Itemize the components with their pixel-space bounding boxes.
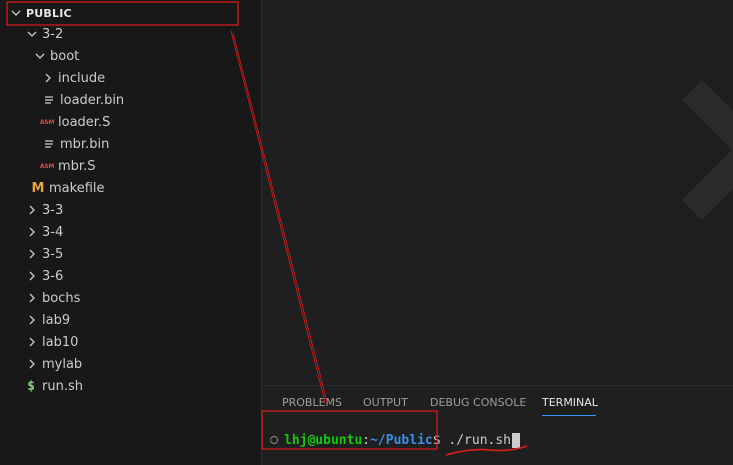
explorer-sidebar: PUBLIC 3-2 boot include loader.bin ASM l… bbox=[0, 0, 262, 465]
terminal-prompt-symbol: $ bbox=[432, 432, 449, 448]
explorer-section-public[interactable]: PUBLIC bbox=[0, 2, 261, 24]
chevron-right-icon bbox=[26, 248, 38, 260]
tree-item-label: makefile bbox=[49, 180, 105, 196]
tree-item-label: 3-2 bbox=[42, 26, 64, 42]
makefile-icon: M bbox=[31, 180, 45, 196]
terminal-cursor bbox=[512, 432, 521, 448]
asm-file-icon: ASM bbox=[39, 159, 55, 173]
tree-item-makefile[interactable]: M makefile bbox=[0, 177, 261, 199]
tree-item-label: 3-5 bbox=[42, 246, 64, 262]
tree-item-label: loader.S bbox=[58, 114, 111, 130]
chevron-down-icon bbox=[26, 28, 38, 40]
chevron-right-icon bbox=[26, 226, 38, 238]
makefile-badge-text: M bbox=[31, 180, 45, 196]
tree-item-label: include bbox=[58, 70, 106, 86]
tree-item-3-3[interactable]: 3-3 bbox=[0, 199, 261, 221]
chevron-right-icon bbox=[26, 358, 38, 370]
tree-item-3-2[interactable]: 3-2 bbox=[0, 23, 261, 45]
section-title: PUBLIC bbox=[26, 6, 72, 20]
tree-item-bochs[interactable]: bochs bbox=[0, 287, 261, 309]
tree-item-label: 3-6 bbox=[42, 268, 64, 284]
asm-file-icon: ASM bbox=[39, 115, 55, 129]
tree-item-label: run.sh bbox=[42, 378, 83, 394]
asm-badge-text: ASM bbox=[39, 118, 55, 126]
tree-item-label: 3-4 bbox=[42, 224, 64, 240]
file-lines-icon bbox=[42, 137, 56, 151]
chevron-right-icon bbox=[42, 72, 54, 84]
chevron-right-icon bbox=[26, 204, 38, 216]
tree-item-mylab[interactable]: mylab bbox=[0, 353, 261, 375]
tab-problems[interactable]: PROBLEMS bbox=[282, 396, 342, 409]
shell-badge-text: $ bbox=[27, 378, 35, 394]
vscode-logo-watermark-icon bbox=[662, 60, 733, 244]
terminal-user-host: lhj@ubuntu bbox=[284, 432, 363, 448]
tree-item-label: bochs bbox=[42, 290, 81, 306]
terminal-path: ~/Public bbox=[370, 432, 433, 448]
tree-item-label: lab9 bbox=[42, 312, 71, 328]
vscode-window: PUBLIC 3-2 boot include loader.bin ASM l… bbox=[0, 0, 733, 465]
file-lines-icon bbox=[42, 93, 56, 107]
tree-item-label: mbr.bin bbox=[60, 136, 110, 152]
tree-item-label: lab10 bbox=[42, 334, 79, 350]
tree-item-mbr-bin[interactable]: mbr.bin bbox=[0, 133, 261, 155]
asm-badge-text: ASM bbox=[39, 162, 55, 170]
active-tab-indicator bbox=[542, 415, 596, 416]
terminal-prompt-line[interactable]: lhj@ubuntu: ~/Public $ ./run.sh bbox=[270, 431, 521, 449]
tree-item-lab9[interactable]: lab9 bbox=[0, 309, 261, 331]
tree-item-label: 3-3 bbox=[42, 202, 64, 218]
chevron-down-icon bbox=[34, 50, 46, 62]
tree-item-label: loader.bin bbox=[60, 92, 125, 108]
tree-item-run-sh[interactable]: $ run.sh bbox=[0, 375, 261, 397]
tree-item-include[interactable]: include bbox=[0, 67, 261, 89]
terminal-command: ./run.sh bbox=[448, 432, 512, 448]
tree-item-3-6[interactable]: 3-6 bbox=[0, 265, 261, 287]
tree-item-lab10[interactable]: lab10 bbox=[0, 331, 261, 353]
tab-output[interactable]: OUTPUT bbox=[363, 396, 408, 409]
chevron-right-icon bbox=[26, 336, 38, 348]
terminal-separator: : bbox=[362, 432, 371, 448]
tree-item-label: mbr.S bbox=[58, 158, 96, 174]
tab-terminal[interactable]: TERMINAL bbox=[542, 396, 598, 409]
tree-item-loader-s[interactable]: ASM loader.S bbox=[0, 111, 261, 133]
tree-item-mbr-s[interactable]: ASM mbr.S bbox=[0, 155, 261, 177]
tree-item-boot[interactable]: boot bbox=[0, 45, 261, 67]
editor-area[interactable] bbox=[262, 0, 733, 385]
shell-script-icon: $ bbox=[24, 378, 38, 394]
chevron-right-icon bbox=[26, 292, 38, 304]
tree-item-3-4[interactable]: 3-4 bbox=[0, 221, 261, 243]
tree-item-loader-bin[interactable]: loader.bin bbox=[0, 89, 261, 111]
tab-debug-console[interactable]: DEBUG CONSOLE bbox=[430, 396, 526, 409]
chevron-right-icon bbox=[26, 270, 38, 282]
terminal-status-circle-icon bbox=[270, 436, 278, 444]
bottom-panel: PROBLEMS OUTPUT DEBUG CONSOLE TERMINAL l… bbox=[262, 385, 733, 465]
tree-item-3-5[interactable]: 3-5 bbox=[0, 243, 261, 265]
chevron-right-icon bbox=[26, 314, 38, 326]
tree-item-label: boot bbox=[50, 48, 80, 64]
tree-item-label: mylab bbox=[42, 356, 83, 372]
chevron-down-icon bbox=[10, 7, 22, 19]
